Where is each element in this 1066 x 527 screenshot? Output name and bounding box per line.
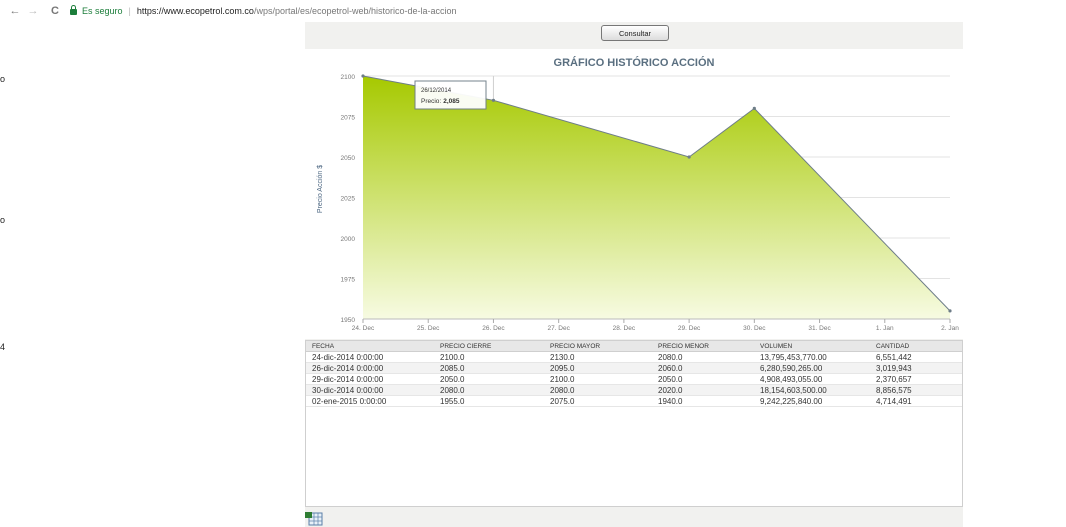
url-separator: |	[128, 6, 131, 16]
header-precio-cierre[interactable]: PRECIO CIERRE	[436, 343, 546, 350]
table-cell: 8,856,575	[876, 385, 912, 395]
table-cell: 2095.0	[550, 363, 575, 373]
table-cell: 6,280,590,265.00	[760, 363, 823, 373]
table-cell: 6,551,442	[876, 352, 912, 362]
url-path: /wps/portal/es/ecopetrol-web/historico-d…	[253, 6, 457, 16]
price-point[interactable]	[361, 74, 365, 78]
x-tick-label: 25. Dec	[417, 325, 440, 332]
y-axis-label: Precio Acción $	[317, 165, 324, 213]
price-point[interactable]	[687, 155, 691, 159]
y-tick-label: 2100	[341, 74, 356, 81]
chart-container: GRÁFICO HISTÓRICO ACCIÓN 1950 1975 2000 202…	[305, 49, 963, 339]
chart-tooltip: 26/12/2014 Precio: 2,085	[414, 80, 487, 110]
forward-arrow-icon[interactable]: →	[26, 5, 40, 17]
table-cell: 3,019,943	[876, 363, 912, 373]
tooltip-date: 26/12/2014	[421, 88, 452, 94]
address-bar: ← → C Es seguro | https://www.ecopetrol.…	[0, 0, 1066, 22]
y-tick-label: 2050	[341, 155, 356, 162]
excel-export-icon[interactable]	[305, 512, 323, 526]
table-cell: 2020.0	[658, 385, 683, 395]
x-tick-label: 24. Dec	[352, 325, 375, 332]
table-cell: 2050.0	[440, 374, 465, 384]
table-cell: 18,154,603,500.00	[760, 385, 827, 395]
browser-window: ← → C Es seguro | https://www.ecopetrol.…	[0, 0, 1066, 527]
table-cell: 13,795,453,770.00	[760, 352, 827, 362]
table-cell: 4,908,493,055.00	[760, 374, 823, 384]
secure-indicator[interactable]: Es seguro	[70, 5, 123, 16]
table-cell: 2050.0	[658, 374, 683, 384]
table-row: 24-dic-2014 0:00:00 2100.0 2130.0 2080.0 13,…	[306, 352, 962, 363]
table-row: 29-dic-2014 0:00:00 2050.0 2100.0 2050.0 4,9…	[306, 374, 962, 385]
y-tick-label: 2025	[341, 196, 356, 203]
url-host: https://www.ecopetrol.com.co	[136, 6, 254, 16]
edge-text-1: o	[0, 74, 6, 84]
table-cell: 2,370,657	[876, 374, 912, 384]
table-cell: 2080.0	[658, 352, 683, 362]
x-tick-label: 29. Dec	[678, 325, 701, 332]
table-cell: 2100.0	[550, 374, 575, 384]
table-cell: 24-dic-2014 0:00:00	[312, 352, 384, 362]
header-precio-mayor[interactable]: PRECIO MAYOR	[546, 343, 654, 350]
history-table: FECHA PRECIO CIERRE PRECIO MAYOR PRECIO …	[305, 340, 963, 507]
table-body: 24-dic-2014 0:00:00 2100.0 2130.0 2080.0 13,…	[306, 352, 962, 407]
table-cell: 2075.0	[550, 396, 575, 406]
price-point[interactable]	[752, 106, 756, 110]
secure-label: Es seguro	[82, 6, 123, 16]
x-tick-label: 27. Dec	[547, 325, 570, 332]
table-cell: 2080.0	[440, 385, 465, 395]
y-tick-label: 1975	[341, 277, 356, 284]
price-area-chart: GRÁFICO HISTÓRICO ACCIÓN 1950 1975 2000 202…	[317, 56, 959, 332]
chart-title: GRÁFICO HISTÓRICO ACCIÓN	[554, 56, 715, 69]
table-cell: 2130.0	[550, 352, 575, 362]
table-cell: 30-dic-2014 0:00:00	[312, 385, 384, 395]
reload-icon[interactable]: C	[48, 5, 62, 17]
table-cell: 1955.0	[440, 396, 465, 406]
price-point[interactable]	[948, 309, 952, 313]
header-cantidad[interactable]: CANTIDAD	[872, 343, 962, 350]
x-tick-label: 30. Dec	[743, 325, 766, 332]
tooltip-value: 2,085	[443, 98, 460, 105]
x-tick-label: 2. Jan	[941, 325, 959, 332]
header-fecha[interactable]: FECHA	[306, 343, 436, 350]
y-tick-label: 1950	[341, 317, 356, 324]
table-cell: 2100.0	[440, 352, 465, 362]
header-volumen[interactable]: VOLUMEN	[756, 343, 872, 350]
url-field[interactable]: https://www.ecopetrol.com.co/wps/portal/…	[137, 6, 457, 16]
table-cell: 9,242,225,840.00	[760, 396, 823, 406]
edge-text-2: o	[0, 215, 6, 225]
edge-text-3: 4	[0, 342, 6, 352]
table-cell: 2080.0	[550, 385, 575, 395]
table-row: 30-dic-2014 0:00:00 2080.0 2080.0 2020.0 18,…	[306, 385, 962, 396]
tooltip-label: Precio:	[421, 98, 441, 105]
table-cell: 02-ene-2015 0:00:00	[312, 396, 387, 406]
x-tick-label: 1. Jan	[876, 325, 894, 332]
table-cell: 1940.0	[658, 396, 683, 406]
table-cell: 29-dic-2014 0:00:00	[312, 374, 384, 384]
y-tick-label: 2075	[341, 115, 356, 122]
price-point[interactable]	[491, 98, 496, 102]
header-precio-menor[interactable]: PRECIO MENOR	[654, 343, 756, 350]
table-cell: 2085.0	[440, 363, 465, 373]
svg-text:Precio:2,085: Precio: 2,085	[421, 98, 460, 105]
back-arrow-icon[interactable]: ←	[8, 5, 22, 17]
table-row: 26-dic-2014 0:00:00 2085.0 2095.0 2060.0 6,2…	[306, 363, 962, 374]
stock-history-panel: Consultar GRÁFICO HISTÓRICO ACCIÓN 1950 1…	[305, 22, 963, 527]
table-row: 02-ene-2015 0:00:00 1955.0 2075.0 1940.0 9,2…	[306, 396, 962, 407]
table-cell: 4,714,491	[876, 396, 912, 406]
table-cell: 26-dic-2014 0:00:00	[312, 363, 384, 373]
y-tick-label: 2000	[341, 236, 356, 243]
table-cell: 2060.0	[658, 363, 683, 373]
lock-icon	[70, 5, 77, 15]
x-tick-label: 26. Dec	[482, 325, 505, 332]
table-header: FECHA PRECIO CIERRE PRECIO MAYOR PRECIO …	[306, 341, 962, 352]
x-tick-label: 31. Dec	[808, 325, 831, 332]
x-tick-label: 28. Dec	[613, 325, 636, 332]
consultar-button[interactable]: Consultar	[601, 25, 669, 41]
